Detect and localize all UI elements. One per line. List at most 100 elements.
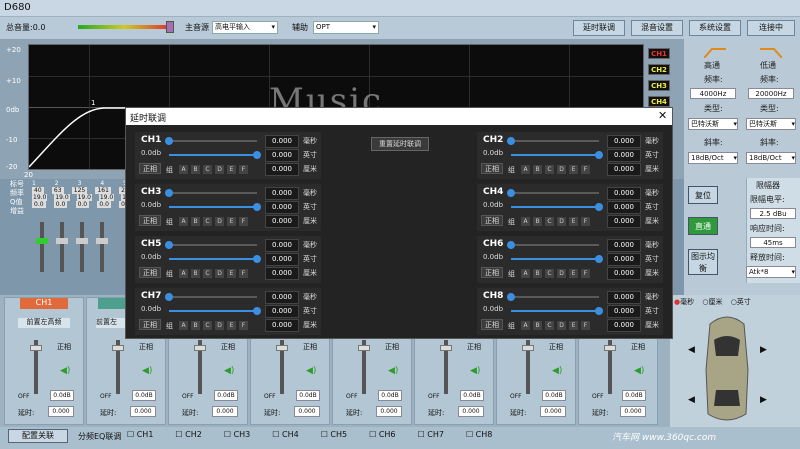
graph-ch3-tag[interactable]: CH3 [648,80,670,91]
group-3-button[interactable]: D [557,321,566,330]
group-3-button[interactable]: D [557,165,566,174]
strip-ch2-tag[interactable] [98,298,128,309]
config-link-button[interactable]: 配置关联 [8,429,68,443]
speaker-rr-icon[interactable]: ▶ [760,395,767,405]
source-select[interactable]: 高电平输入 ▾ [212,21,278,34]
speaker-icon[interactable]: ◀) [388,366,400,376]
phase-button[interactable]: 正相 [481,319,503,330]
fader-knob[interactable] [440,345,452,351]
check-ch4[interactable]: ☐ CH4 [272,430,298,439]
gain-display[interactable]: 0.0dB [542,390,566,401]
radio-ms[interactable]: ●毫秒 [674,298,694,306]
delay-inch-value[interactable]: 0.000 [265,305,299,318]
fader-knob[interactable] [358,345,370,351]
delay-inch-value[interactable]: 0.000 [265,149,299,162]
graph-ch1-tag[interactable]: CH1 [648,48,670,59]
group-0-button[interactable]: A [521,217,530,226]
hp-slope-select[interactable]: 18dB/Oct ▾ [688,152,738,164]
group-5-button[interactable]: F [239,321,248,330]
phase-button[interactable]: 正相 [481,267,503,278]
delay-slider-knob[interactable] [507,137,515,145]
phase-button[interactable]: 正相 [481,215,503,226]
eq-fader-knob[interactable] [96,238,108,244]
check-ch5[interactable]: ☐ CH5 [321,430,347,439]
lp-freq-input[interactable]: 20000Hz [748,88,794,99]
aux-select[interactable]: OPT ▾ [313,21,379,34]
group-4-button[interactable]: E [569,165,578,174]
group-0-button[interactable]: A [521,269,530,278]
gain-slider[interactable] [511,310,597,312]
gain-display[interactable]: 0.0dB [296,390,320,401]
group-5-button[interactable]: F [581,269,590,278]
delay-inch-value[interactable]: 0.000 [265,253,299,266]
group-1-button[interactable]: B [533,165,542,174]
gain-slider[interactable] [169,154,255,156]
delay-ms-value[interactable]: 0.000 [607,239,641,252]
group-0-button[interactable]: A [521,321,530,330]
gain-slider[interactable] [169,206,255,208]
group-2-button[interactable]: C [203,165,212,174]
fader-knob[interactable] [522,345,534,351]
hp-freq-input[interactable]: 4000Hz [690,88,736,99]
check-ch8[interactable]: ☐ CH8 [466,430,492,439]
delay-slider-knob[interactable] [165,137,173,145]
phase-button[interactable]: 正相 [139,319,161,330]
speaker-icon[interactable]: ◀) [470,366,482,376]
delay-ms-value[interactable]: 0.000 [265,135,299,148]
check-ch3[interactable]: ☐ CH3 [224,430,250,439]
speaker-icon[interactable]: ◀) [306,366,318,376]
group-4-button[interactable]: E [569,321,578,330]
group-4-button[interactable]: E [227,217,236,226]
group-3-button[interactable]: D [215,269,224,278]
gain-slider-knob[interactable] [595,151,603,159]
group-5-button[interactable]: F [581,217,590,226]
gain-display[interactable]: 0.0dB [214,390,238,401]
delay-ms-value[interactable]: 0.000 [265,239,299,252]
group-3-button[interactable]: D [557,217,566,226]
group-1-button[interactable]: B [191,321,200,330]
delay-cm-value[interactable]: 0.000 [265,319,299,332]
lp-type-select[interactable]: 巴特沃斯 ▾ [746,118,796,130]
delay-ms-value[interactable]: 0.000 [607,291,641,304]
graph-ch2-tag[interactable]: CH2 [648,64,670,75]
check-ch1[interactable]: ☐ CH1 [127,430,153,439]
speaker-fl-icon[interactable]: ◀ [688,345,695,355]
fader-knob[interactable] [276,345,288,351]
eq-fader[interactable] [40,222,44,272]
delay-slider[interactable] [169,192,257,194]
delay-ms-value[interactable]: 0.000 [265,291,299,304]
group-2-button[interactable]: C [545,321,554,330]
connect-button[interactable]: 连接中 [747,20,795,36]
delay-input[interactable]: 0.000 [48,406,74,417]
strip-ch1-tag[interactable]: CH1 [20,298,68,309]
group-2-button[interactable]: C [203,217,212,226]
eq-fader-knob[interactable] [56,238,68,244]
group-4-button[interactable]: E [569,269,578,278]
group-5-button[interactable]: F [581,165,590,174]
limit-level-input[interactable]: 2.5 dBu [750,208,796,219]
delay-slider-knob[interactable] [165,241,173,249]
group-0-button[interactable]: A [521,165,530,174]
group-0-button[interactable]: A [179,217,188,226]
gain-display[interactable]: 0.0dB [132,390,156,401]
lp-slope-select[interactable]: 18dB/Oct ▾ [746,152,796,164]
graph-ch4-tag[interactable]: CH4 [648,96,670,107]
group-0-button[interactable]: A [179,165,188,174]
delay-input[interactable]: 0.000 [376,406,402,417]
check-ch7[interactable]: ☐ CH7 [418,430,444,439]
delay-cm-value[interactable]: 0.000 [265,267,299,280]
delay-ms-value[interactable]: 0.000 [265,187,299,200]
delay-inch-value[interactable]: 0.000 [607,149,641,162]
fader-knob[interactable] [30,345,42,351]
phase-button[interactable]: 正相 [139,215,161,226]
delay-input[interactable]: 0.000 [540,406,566,417]
delay-ms-value[interactable]: 0.000 [607,187,641,200]
group-5-button[interactable]: F [239,217,248,226]
gain-slider[interactable] [169,310,255,312]
delay-input[interactable]: 0.000 [294,406,320,417]
group-5-button[interactable]: F [239,269,248,278]
group-3-button[interactable]: D [557,269,566,278]
group-4-button[interactable]: E [227,321,236,330]
delay-slider-knob[interactable] [507,241,515,249]
graphic-eq-button[interactable]: 图示均衡 [688,249,718,275]
